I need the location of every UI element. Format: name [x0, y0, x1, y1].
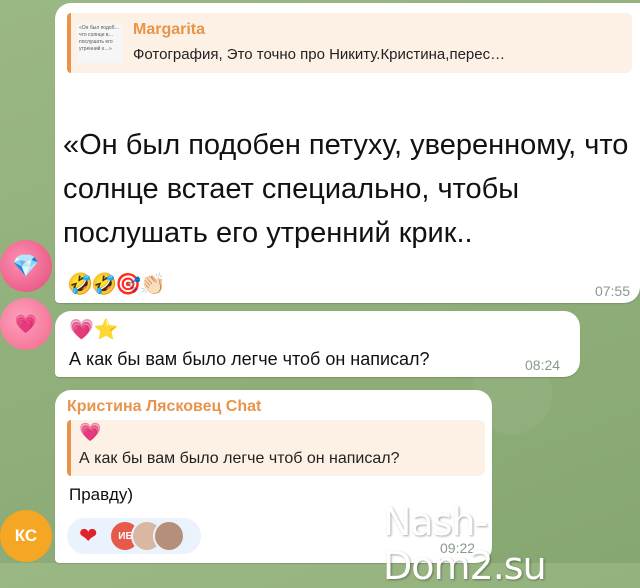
message-bubble-1[interactable]: «Он был подоб… что солнце в… послушать е…	[55, 3, 640, 303]
reactor-avatar-icon	[153, 520, 186, 552]
avatar-user2[interactable]: 💗	[0, 298, 52, 350]
reply-bar	[67, 13, 71, 73]
avatar-initials: КС	[14, 526, 38, 545]
pink-heart-icon: 💗	[14, 313, 38, 334]
sender-name[interactable]: Кристина Лясковец Chat	[67, 398, 261, 416]
message-time: 08:24	[525, 357, 561, 373]
message-text: Правду)	[69, 485, 134, 504]
avatar-ks[interactable]: КС	[0, 510, 52, 562]
reply-preview[interactable]: «Он был подоб… что солнце в… послушать е…	[67, 13, 632, 73]
reply-bar	[67, 420, 71, 476]
avatar-margarita[interactable]: 💎	[0, 240, 52, 292]
message-bubble-2[interactable]: 💗⭐ А как бы вам было легче чтоб он напис…	[55, 311, 580, 377]
reply-preview[interactable]: 💗 А как бы вам было легче чтоб он написа…	[67, 420, 485, 476]
message-text: «Он был подобен петуху, уверенному, что …	[63, 129, 629, 249]
reply-thumbnail: «Он был подоб… что солнце в… послушать е…	[77, 23, 123, 63]
reply-snippet: Фотография, Это точно про Никиту.Кристин…	[133, 46, 506, 63]
reply-text: А как бы вам было легче чтоб он написал?	[79, 450, 400, 467]
heart-icon: ❤	[79, 523, 98, 548]
diamond-heart-icon: 💎	[12, 253, 40, 278]
reply-emoji: 💗	[79, 422, 102, 442]
reaction-pill[interactable]: ❤ ИБ	[67, 518, 201, 554]
reactions[interactable]: 🤣🤣🎯👏🏻	[67, 273, 166, 297]
watermark: Nash-Dom2.su	[383, 500, 547, 588]
reply-author: Margarita	[133, 21, 206, 38]
message-text: А как бы вам было легче чтоб он написал?	[69, 349, 430, 369]
message-emoji: 💗⭐	[69, 319, 119, 341]
message-time: 07:55	[594, 283, 630, 299]
